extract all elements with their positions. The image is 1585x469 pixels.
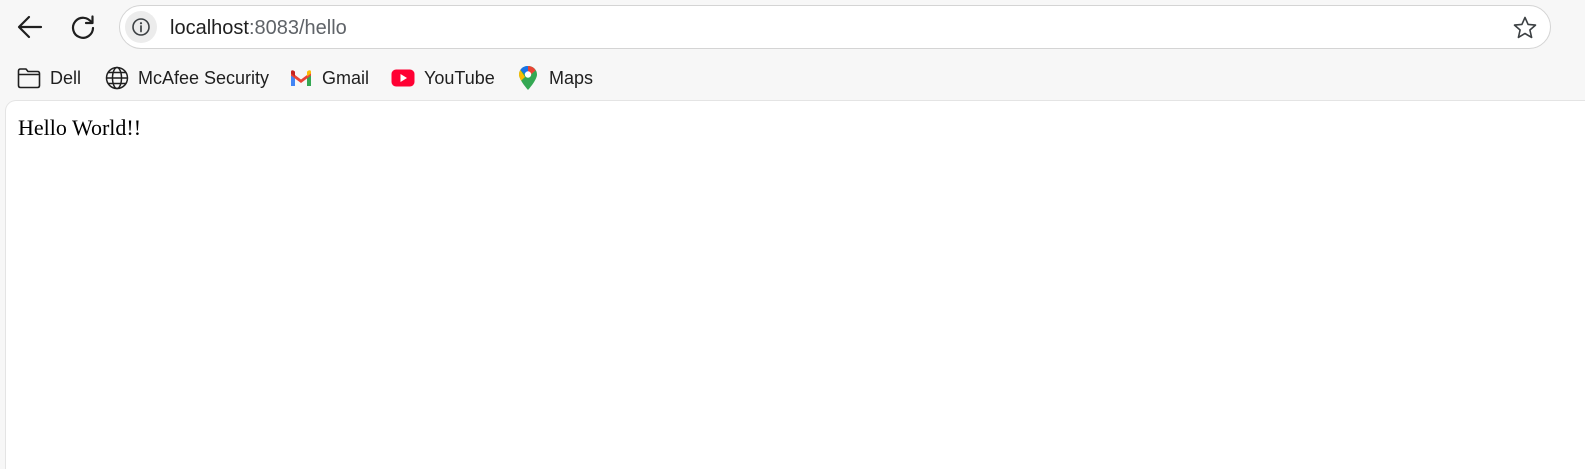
url-text[interactable]: localhost:8083/hello <box>170 17 347 39</box>
url-path: :8083/hello <box>248 17 347 39</box>
url-host: localhost <box>170 17 249 39</box>
folder-icon <box>17 66 41 90</box>
back-button[interactable] <box>10 7 50 47</box>
youtube-icon <box>391 66 415 90</box>
maps-pin-icon <box>516 66 540 90</box>
bookmark-mcafee-security[interactable]: McAfee Security <box>105 62 269 94</box>
bookmark-maps[interactable]: Maps <box>516 62 593 94</box>
bookmark-label: Dell <box>50 67 82 88</box>
bookmark-label: YouTube <box>424 67 495 88</box>
page-content: Hello World!! <box>6 101 1585 469</box>
star-icon <box>1513 16 1537 39</box>
bookmark-gmail[interactable]: Gmail <box>289 62 369 94</box>
bookmark-label: Gmail <box>322 67 370 88</box>
bookmark-label: McAfee Security <box>138 67 270 88</box>
bookmarks-bar: Dell McAfee Security Gmail YouTube Maps <box>0 60 1585 96</box>
bookmark-label: Maps <box>549 67 594 88</box>
bookmark-dell[interactable]: Dell <box>17 62 81 94</box>
globe-icon <box>105 66 129 90</box>
address-bar[interactable]: localhost:8083/hello <box>119 5 1551 49</box>
reload-button[interactable] <box>63 7 103 47</box>
reload-icon <box>71 15 95 39</box>
browser-toolbar: localhost:8083/hello <box>0 0 1585 56</box>
gmail-icon <box>289 66 313 90</box>
bookmark-youtube[interactable]: YouTube <box>391 62 495 94</box>
bookmark-star-button[interactable] <box>1510 13 1540 43</box>
arrow-left-icon <box>17 15 43 39</box>
site-info-button[interactable] <box>125 11 157 43</box>
info-icon <box>132 18 150 36</box>
page-text: Hello World!! <box>18 115 142 140</box>
